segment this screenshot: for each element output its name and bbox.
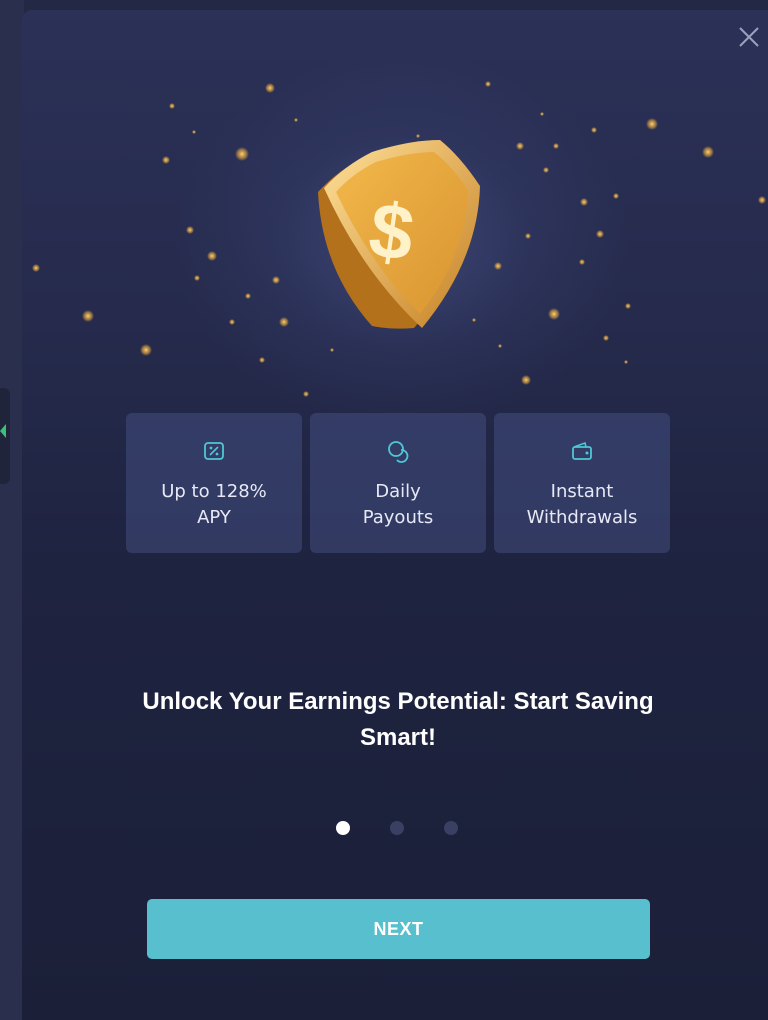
feature-list: Up to 128% APY Daily Payouts Instant Wit… (126, 413, 672, 553)
pagination-dot-1[interactable] (336, 821, 350, 835)
feature-card-withdrawals: Instant Withdrawals (494, 413, 670, 553)
percent-badge-icon (204, 442, 224, 460)
side-arrow-icon (0, 424, 6, 438)
background-panel (0, 0, 24, 1020)
wallet-icon (572, 441, 592, 460)
coins-icon (388, 441, 409, 463)
dollar-shield-icon: $ (318, 140, 480, 329)
pagination-dots (336, 820, 458, 836)
feature-card-apy: Up to 128% APY (126, 413, 302, 553)
feature-label: Instant Withdrawals (526, 481, 638, 528)
pagination-dot-2[interactable] (390, 821, 404, 835)
page-title: Unlock Your Earnings Potential: Start Sa… (142, 688, 654, 751)
pagination-dot-3[interactable] (444, 821, 458, 835)
next-button[interactable]: NEXT (147, 899, 650, 959)
onboarding-modal: $ Up to 128% APY Daily Payouts Instant W… (22, 10, 768, 1020)
hero-illustration: $ (32, 81, 766, 397)
feature-label: Up to 128% APY (161, 481, 267, 528)
feature-label: Daily Payouts (362, 481, 434, 528)
feature-card-payouts: Daily Payouts (310, 413, 486, 553)
